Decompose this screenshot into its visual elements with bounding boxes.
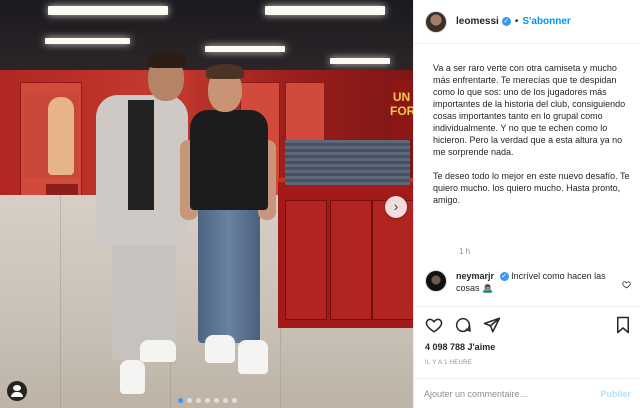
ceiling-light: [330, 58, 390, 64]
bookmark-icon[interactable]: [613, 315, 633, 335]
instagram-post: 13 UN FOR ›: [0, 0, 640, 408]
username-link[interactable]: leomessi: [456, 16, 499, 27]
tag-user-icon[interactable]: [7, 381, 27, 401]
carousel-dot: [187, 398, 192, 403]
caption: Va a ser raro verte con otra camiseta y …: [433, 62, 633, 218]
counter-door: [285, 200, 327, 320]
person-right-tshirt: [190, 110, 268, 210]
comment-item: neymarjr ✓ Incrível como hacen las cosas…: [425, 270, 635, 294]
carousel-dot: [232, 398, 237, 403]
like-comment-icon[interactable]: [622, 280, 631, 291]
person-right-shoe: [238, 340, 268, 374]
wall-sign: UN FOR: [390, 80, 413, 140]
likes-count[interactable]: 4 098 788 J'aime: [425, 342, 495, 352]
add-comment-bar: Publier: [414, 378, 640, 408]
ceiling-light: [205, 46, 285, 52]
avatar[interactable]: [425, 270, 447, 292]
next-photo-button[interactable]: ›: [385, 196, 407, 218]
person-left-shoe: [120, 360, 145, 394]
carousel-dots: [178, 398, 237, 404]
publish-button[interactable]: Publier: [600, 389, 631, 399]
person-left-shoe: [140, 340, 176, 362]
post-header: leomessi ✓ • S'abonner: [414, 0, 640, 44]
ceiling-light: [45, 38, 130, 44]
carousel-dot: [223, 398, 228, 403]
ceiling-light: [265, 6, 385, 15]
person-right-shoe: [205, 335, 235, 363]
carousel-dot: [205, 398, 210, 403]
person-left-shirt: [128, 100, 154, 210]
carousel-dot: [214, 398, 219, 403]
counter-door: [330, 200, 372, 320]
person-right-jeans: [198, 208, 260, 343]
comment-input[interactable]: [424, 388, 601, 399]
separator: •: [514, 16, 519, 27]
action-bar: [414, 306, 640, 342]
follow-button[interactable]: S'abonner: [522, 16, 571, 27]
carousel-dot: [178, 398, 183, 403]
heart-icon[interactable]: [424, 315, 444, 335]
avatar[interactable]: [425, 10, 447, 33]
comment-icon[interactable]: [453, 315, 473, 335]
carousel-dot: [196, 398, 201, 403]
counter-door: [372, 200, 413, 320]
floor-line: [60, 195, 61, 408]
post-photo[interactable]: 13 UN FOR ›: [0, 0, 413, 408]
comment-username[interactable]: neymarjr: [456, 271, 494, 281]
player-poster: [48, 97, 74, 175]
caption-paragraph: Va a ser raro verte con otra camiseta y …: [433, 63, 626, 157]
share-icon[interactable]: [482, 315, 502, 335]
folded-shirts: [285, 140, 410, 185]
post-side-panel: leomessi ✓ • S'abonner Va a ser raro ver…: [413, 0, 640, 408]
post-time[interactable]: IL Y A 1 HEURE: [425, 360, 472, 366]
chevron-right-icon: ›: [393, 198, 399, 214]
person-right-hair: [206, 64, 244, 79]
verified-icon: ✓: [501, 17, 511, 26]
comment-text: neymarjr ✓ Incrível como hacen las cosas…: [456, 270, 606, 294]
caption-paragraph: Te deseo todo lo mejor en este nuevo des…: [433, 171, 630, 205]
verified-icon: ✓: [499, 272, 509, 281]
comments-area[interactable]: Va a ser raro verte con otra camiseta y …: [414, 44, 640, 306]
caption-time: 1 h: [459, 247, 471, 256]
person-left-hair: [148, 52, 186, 68]
ceiling-light: [48, 6, 168, 15]
